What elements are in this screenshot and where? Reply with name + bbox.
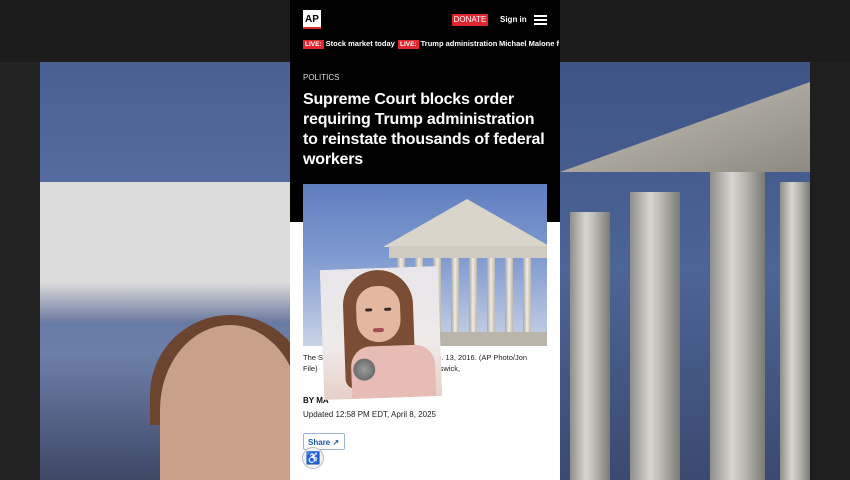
- accessibility-icon[interactable]: ♿: [302, 447, 324, 469]
- top-nav: AP DONATE Sign in: [290, 0, 560, 36]
- article-headline: Supreme Court blocks order requiring Tru…: [303, 91, 545, 168]
- menu-icon[interactable]: [534, 15, 547, 25]
- share-icon: ↗: [332, 438, 340, 447]
- presenter-overlay: [319, 265, 443, 401]
- live-badge: LIVE:: [398, 40, 419, 49]
- background-right-band: [810, 62, 850, 480]
- ap-logo[interactable]: AP: [303, 10, 321, 29]
- trending-ticker: LIVE: Stock market today LIVE: Trump admin…: [303, 39, 560, 51]
- ticker-item-trump-administration[interactable]: LIVE: Trump administration: [398, 39, 497, 49]
- article-page: AP DONATE Sign in LIVE: Stock market toda…: [290, 0, 560, 480]
- section-label[interactable]: POLITICS: [303, 73, 339, 82]
- background-left-band: [0, 62, 40, 480]
- background-court-blur: [560, 62, 810, 480]
- donate-button[interactable]: DONATE: [452, 14, 488, 26]
- ticker-item-michael-malone[interactable]: Michael Malone f: [499, 39, 559, 48]
- live-badge: LIVE:: [303, 40, 324, 49]
- sign-in-link[interactable]: Sign in: [500, 15, 527, 24]
- ticker-item-stock-market[interactable]: LIVE: Stock market today: [303, 39, 395, 49]
- updated-timestamp: Updated 12:58 PM EDT, April 8, 2025: [303, 410, 436, 419]
